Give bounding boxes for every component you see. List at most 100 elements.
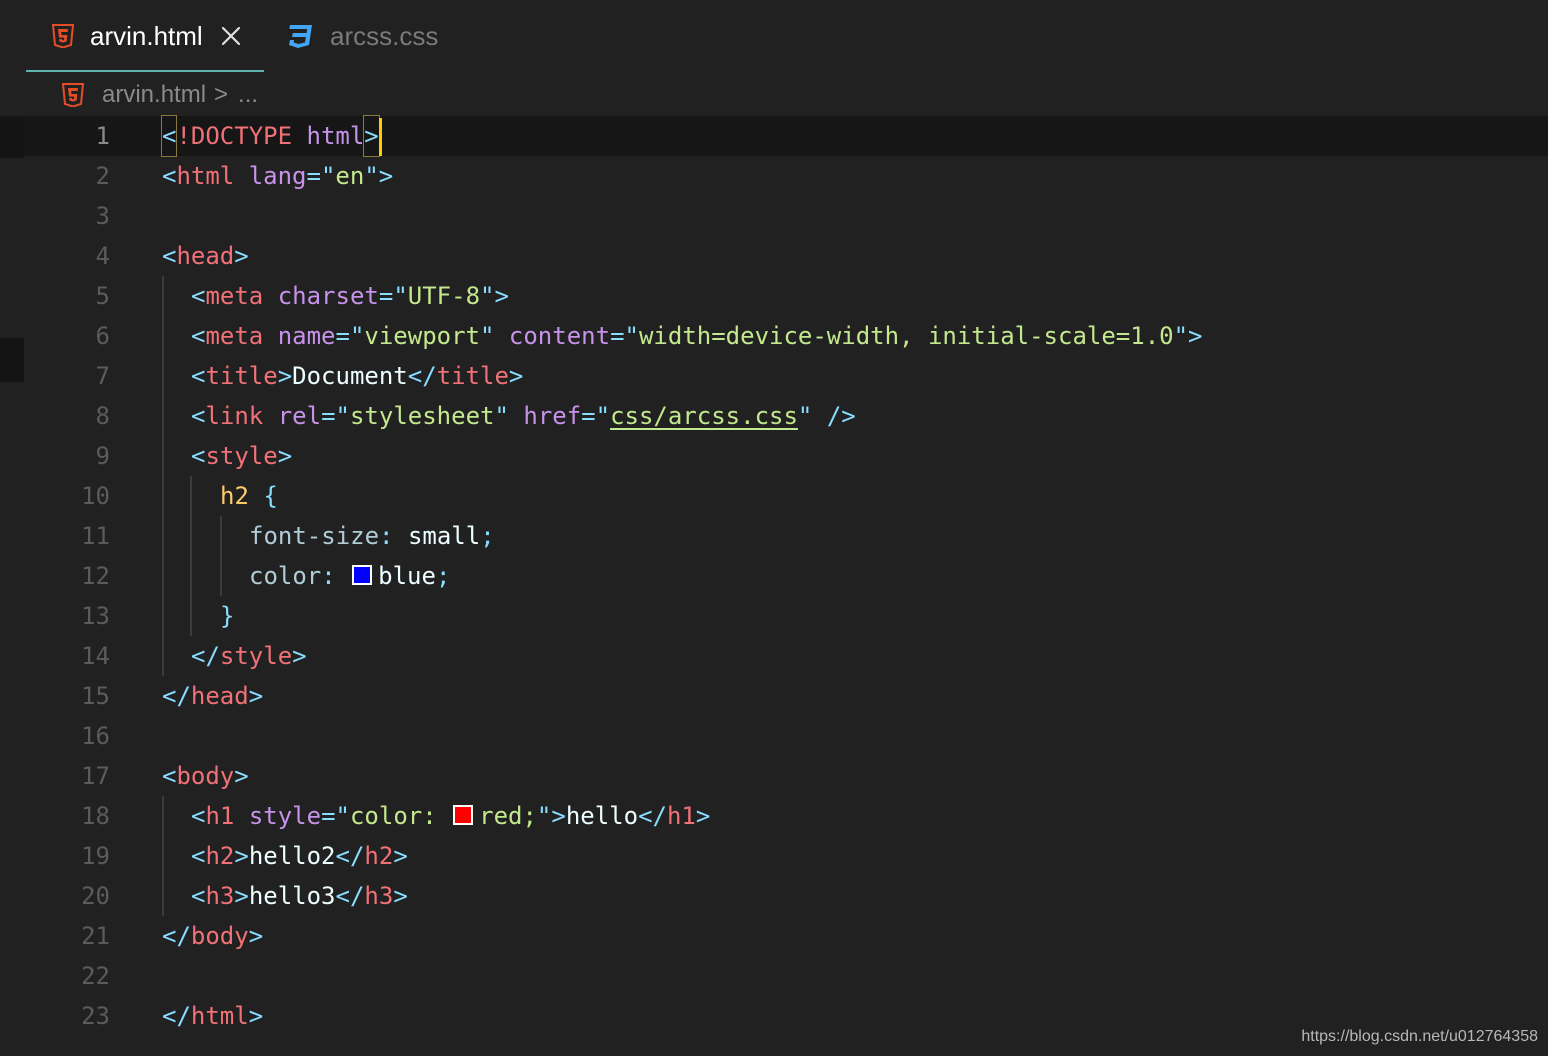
- code-line-11: 11 font-size: small;: [0, 516, 1548, 556]
- tag-open: </: [162, 922, 191, 950]
- attr-value: color:: [349, 802, 452, 830]
- tag-open: <: [162, 242, 177, 270]
- equals: =: [610, 322, 625, 350]
- breadcrumb: arvin.html > ...: [62, 78, 258, 112]
- color-swatch-blue[interactable]: [352, 565, 373, 585]
- tab-bar: arvin.html arcss.css: [0, 0, 1548, 72]
- close-icon[interactable]: [221, 26, 241, 46]
- code-text[interactable]: <title>Document</title>: [191, 356, 523, 396]
- code-text[interactable]: <meta charset="UTF-8">: [191, 276, 509, 316]
- tag-name: h3: [364, 882, 394, 910]
- code-line-10: 10 h2 {: [0, 476, 1548, 516]
- breadcrumb-separator: >: [214, 81, 229, 108]
- tag-close: >: [1188, 322, 1203, 350]
- equals: =: [321, 802, 336, 830]
- quote: ": [494, 402, 509, 430]
- code-text[interactable]: <!DOCTYPE html>: [160, 115, 382, 157]
- code-text[interactable]: </style>: [191, 636, 307, 676]
- code-line-14: 14 </style>: [0, 636, 1548, 676]
- code-text[interactable]: </head>: [162, 676, 263, 716]
- tag-open: <: [191, 282, 206, 310]
- quote: ": [1173, 322, 1189, 350]
- line-number: 13: [81, 602, 110, 630]
- css-value: blue: [378, 562, 436, 590]
- line-number: 16: [81, 722, 110, 750]
- tag-name: h1: [205, 802, 235, 830]
- doctype-close: >: [363, 115, 380, 157]
- color-swatch-red[interactable]: [453, 805, 474, 825]
- tag-open: <: [191, 442, 206, 470]
- line-number: 2: [95, 162, 110, 190]
- css-brace: {: [263, 482, 278, 510]
- attr-value: viewport: [364, 322, 480, 350]
- tag-close: >: [234, 882, 249, 910]
- line-number: 11: [81, 522, 110, 550]
- code-text[interactable]: }: [220, 596, 234, 636]
- html5-icon: [52, 24, 74, 48]
- css-value: small: [407, 522, 481, 550]
- tab-arcss-css[interactable]: arcss.css: [286, 0, 438, 72]
- tag-close: >: [277, 362, 293, 390]
- code-text[interactable]: color: blue;: [249, 556, 450, 596]
- code-text[interactable]: </html>: [162, 996, 263, 1036]
- css-selector: h2: [220, 482, 249, 510]
- quote: ": [536, 802, 552, 830]
- tag-name: link: [205, 402, 264, 430]
- css-property: font-size: [249, 522, 380, 550]
- tag-close: >: [248, 682, 264, 710]
- quote: ": [480, 322, 495, 350]
- breadcrumb-more[interactable]: ...: [238, 81, 258, 109]
- tag-close: >: [248, 922, 264, 950]
- code-text[interactable]: <h1 style="color: red;">hello</h1>: [191, 796, 710, 836]
- code-text[interactable]: <head>: [162, 236, 249, 276]
- line-number: 18: [81, 802, 110, 830]
- quote: ": [624, 322, 639, 350]
- href-link[interactable]: css/arcss.css: [610, 402, 798, 430]
- tab-arvin-html[interactable]: arvin.html: [26, 0, 264, 72]
- attr-value: en: [335, 162, 365, 190]
- tag-open: </: [335, 842, 365, 870]
- code-text[interactable]: <h3>hello3</h3>: [191, 876, 408, 916]
- line-number: 9: [95, 442, 110, 470]
- text-content: hello: [565, 802, 639, 830]
- attr-name: charset: [277, 282, 379, 310]
- tag-close: >: [248, 1002, 264, 1030]
- code-line-2: 2 <html lang="en">: [0, 156, 1548, 196]
- css-semicolon: ;: [435, 562, 451, 590]
- tag-open: <: [191, 322, 206, 350]
- tag-name: style: [205, 442, 278, 470]
- tag-close: >: [234, 242, 249, 270]
- css-brace: }: [220, 602, 235, 630]
- css-property: color: [249, 562, 322, 590]
- code-line-12: 12 color: blue;: [0, 556, 1548, 596]
- code-line-20: 20 <h3>hello3</h3>: [0, 876, 1548, 916]
- attr-value: red;: [479, 802, 537, 830]
- line-number: 14: [81, 642, 110, 670]
- code-text[interactable]: <style>: [191, 436, 292, 476]
- code-text[interactable]: <html lang="en">: [162, 156, 393, 196]
- code-text[interactable]: <h2>hello2</h2>: [191, 836, 408, 876]
- tag-open: <: [191, 802, 206, 830]
- code-text[interactable]: <meta name="viewport" content="width=dev…: [191, 316, 1203, 356]
- tag-close: >: [234, 842, 249, 870]
- tag-name: head: [190, 682, 249, 710]
- code-text[interactable]: <body>: [162, 756, 249, 796]
- code-text[interactable]: </body>: [162, 916, 263, 956]
- code-text[interactable]: h2 {: [220, 476, 278, 516]
- code-editor[interactable]: 1 <!DOCTYPE html> 2 <html lang="en"> 3 4…: [0, 115, 1548, 1056]
- code-text[interactable]: <link rel="stylesheet" href="css/arcss.c…: [191, 396, 856, 436]
- tag-close: >: [393, 842, 408, 870]
- code-text[interactable]: font-size: small;: [249, 516, 495, 556]
- tag-name: meta: [205, 282, 264, 310]
- css-colon: :: [379, 522, 408, 550]
- breadcrumb-file[interactable]: arvin.html: [102, 81, 206, 109]
- tag-open: <: [191, 362, 206, 390]
- text-cursor: [378, 118, 382, 156]
- line-number: 1: [95, 122, 110, 150]
- doctype-html: html: [306, 122, 365, 150]
- line-number: 12: [81, 562, 110, 590]
- html5-icon: [62, 83, 84, 107]
- quote: ": [480, 282, 495, 310]
